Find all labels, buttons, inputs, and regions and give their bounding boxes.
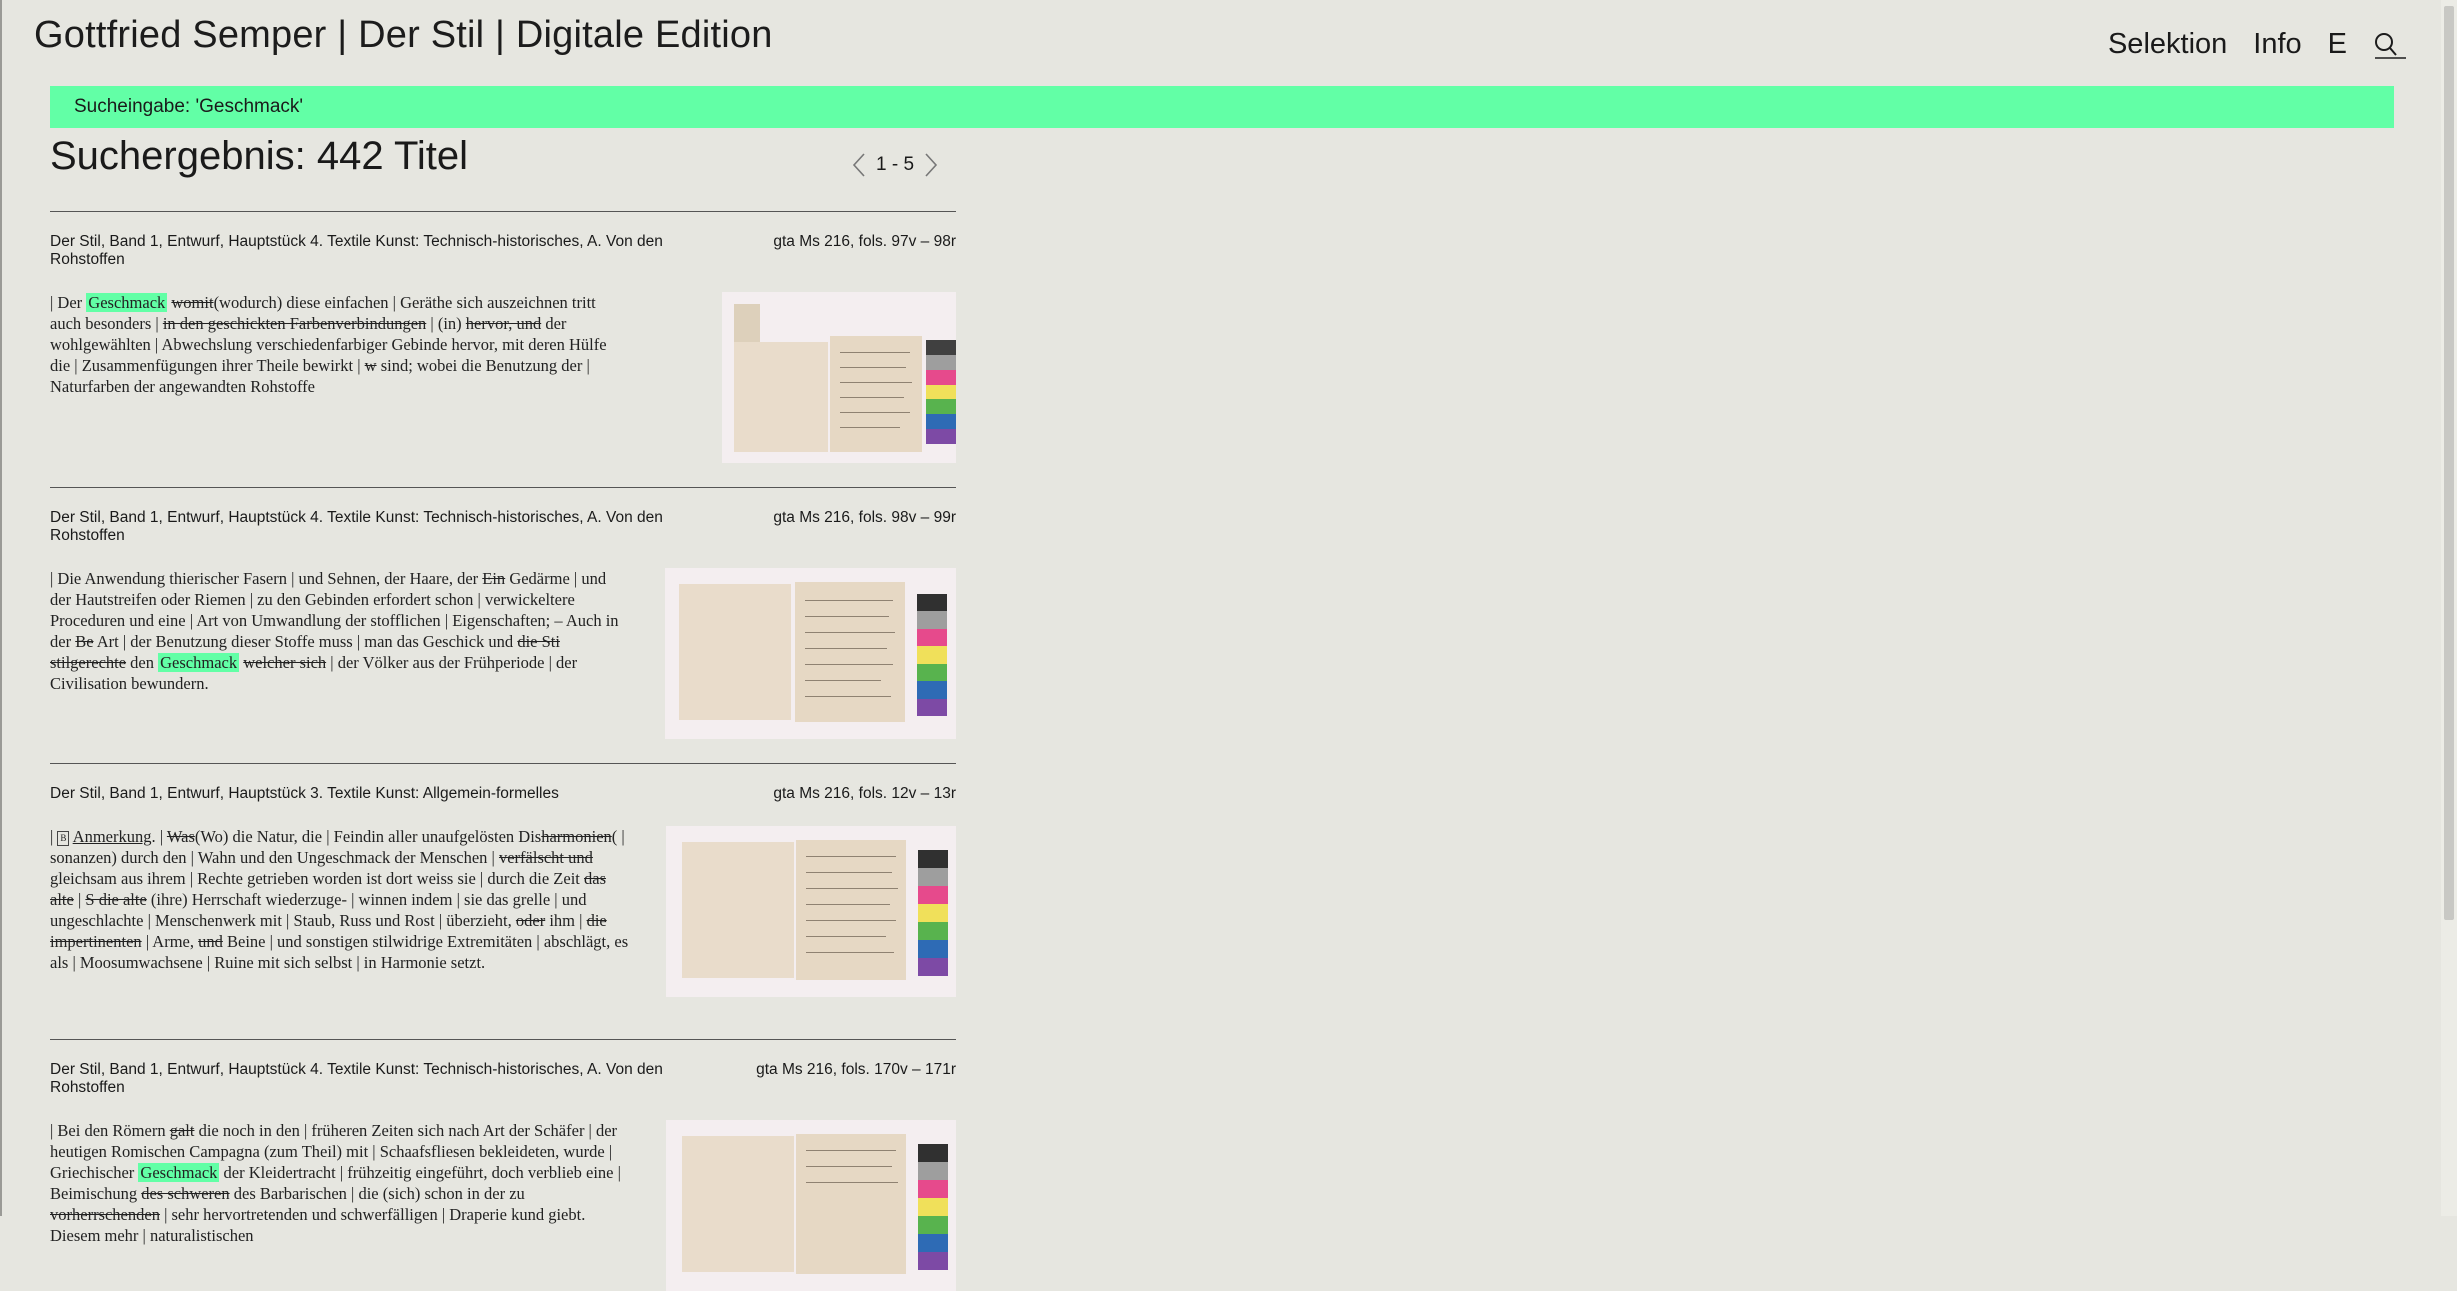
page-range: 1 - 5 bbox=[876, 154, 915, 175]
search-highlight: Geschmack bbox=[158, 653, 240, 672]
entry-title[interactable]: Der Stil, Band 1, Entwurf, Hauptstück 4.… bbox=[50, 509, 690, 545]
entry-title[interactable]: Der Stil, Band 1, Entwurf, Hauptstück 4.… bbox=[50, 1061, 690, 1097]
result-entry[interactable]: Der Stil, Band 1, Entwurf, Hauptstück 4.… bbox=[50, 1039, 956, 1291]
entry-transcription: | B Anmerkung. | Was(Wo) die Natur, die … bbox=[50, 827, 629, 972]
result-entry[interactable]: Der Stil, Band 1, Entwurf, Hauptstück 3.… bbox=[50, 763, 956, 1039]
scrollbar-thumb[interactable] bbox=[2444, 6, 2454, 920]
search-icon[interactable] bbox=[2373, 31, 2407, 59]
entry-title[interactable]: Der Stil, Band 1, Entwurf, Hauptstück 4.… bbox=[50, 233, 690, 269]
entry-transcription: | Bei den Römern galt die noch in den | … bbox=[50, 1121, 621, 1245]
manuscript-thumbnail[interactable] bbox=[666, 1120, 956, 1291]
entry-signature: gta Ms 216, fols. 170v – 171r bbox=[756, 1061, 956, 1078]
chevron-right-icon[interactable] bbox=[924, 152, 938, 178]
window-edge bbox=[0, 0, 2, 1216]
note-marker-icon: B bbox=[57, 831, 70, 846]
pagination: 1 - 5 bbox=[852, 152, 938, 178]
site-title[interactable]: Gottfried Semper | Der Stil | Digitale E… bbox=[34, 14, 773, 57]
entry-signature: gta Ms 216, fols. 12v – 13r bbox=[773, 785, 956, 802]
results-list: Der Stil, Band 1, Entwurf, Hauptstück 4.… bbox=[50, 211, 956, 1291]
entry-signature: gta Ms 216, fols. 98v – 99r bbox=[773, 509, 956, 526]
result-entry[interactable]: Der Stil, Band 1, Entwurf, Hauptstück 4.… bbox=[50, 211, 956, 487]
entry-transcription: | Der Geschmack womit(wodurch) diese ein… bbox=[50, 293, 607, 396]
entry-title[interactable]: Der Stil, Band 1, Entwurf, Hauptstück 3.… bbox=[50, 785, 690, 803]
nav-language-toggle[interactable]: E bbox=[2328, 28, 2347, 61]
chevron-left-icon[interactable] bbox=[852, 152, 866, 178]
manuscript-thumbnail[interactable] bbox=[722, 292, 956, 463]
search-highlight: Geschmack bbox=[86, 293, 168, 312]
entry-transcription: | Die Anwendung thierischer Fasern | und… bbox=[50, 569, 619, 693]
main-nav: Selektion Info E bbox=[2108, 28, 2407, 61]
entry-signature: gta Ms 216, fols. 97v – 98r bbox=[773, 233, 956, 250]
search-highlight: Geschmack bbox=[138, 1163, 220, 1182]
results-title: Suchergebnis: 442 Titel bbox=[50, 134, 469, 178]
result-entry[interactable]: Der Stil, Band 1, Entwurf, Hauptstück 4.… bbox=[50, 487, 956, 763]
nav-info[interactable]: Info bbox=[2253, 28, 2301, 61]
manuscript-thumbnail[interactable] bbox=[666, 826, 956, 997]
manuscript-thumbnail[interactable] bbox=[665, 568, 956, 739]
search-query-banner: Sucheingabe: 'Geschmack' bbox=[50, 86, 2394, 128]
nav-selektion[interactable]: Selektion bbox=[2108, 28, 2227, 61]
page-scrollbar[interactable] bbox=[2441, 0, 2457, 1216]
